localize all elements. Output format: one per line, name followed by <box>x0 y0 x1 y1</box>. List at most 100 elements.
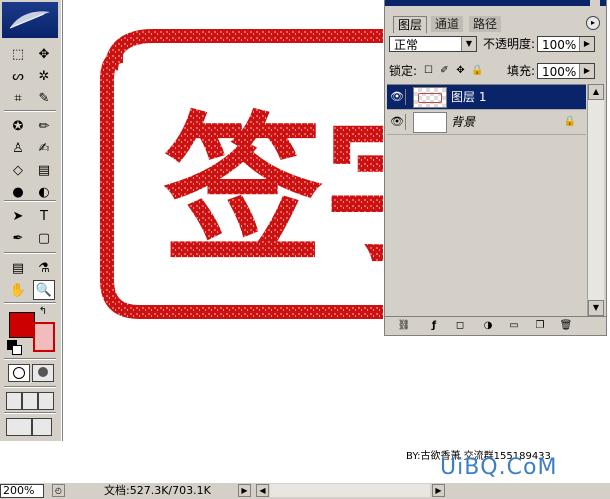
document-canvas[interactable]: 签字 <box>63 0 383 441</box>
tab-channels[interactable]: 通道 <box>431 16 464 32</box>
app-logo[interactable] <box>2 2 58 38</box>
panel-bottom-bar: ⛓ ƒ ◻ ◑ ▭ ❐ 🗑 <box>385 316 606 335</box>
feather-icon <box>9 11 50 29</box>
new-group-icon[interactable]: ▭ <box>507 320 521 332</box>
trash-icon[interactable]: 🗑 <box>559 320 573 332</box>
shape-tool[interactable]: ▢ <box>33 228 55 248</box>
eye-icon[interactable]: 👁 <box>389 114 406 130</box>
jump-to-imageready-button[interactable] <box>6 418 32 436</box>
tool-divider <box>4 358 56 360</box>
opacity-field[interactable]: 100% ▶ <box>537 36 595 52</box>
brush-tool[interactable]: ✏ <box>33 116 55 136</box>
document-info: 文档:527.3K/703.1K <box>104 484 211 497</box>
horizontal-scrollbar[interactable] <box>270 484 430 497</box>
lock-all-icon[interactable]: 🔒 <box>471 65 483 76</box>
lock-icon: 🔒 <box>563 116 576 127</box>
blend-mode-value: 正常 <box>394 38 419 52</box>
canvas-area-right <box>383 360 610 441</box>
imageready-icon[interactable] <box>32 418 52 436</box>
layer-name: 背景 <box>451 115 476 129</box>
notes-tool[interactable]: ▤ <box>7 258 29 278</box>
lock-transparency-icon[interactable]: ☐ <box>423 65 434 76</box>
chevron-right-icon: ▶ <box>579 37 594 51</box>
scroll-down-icon[interactable]: ▼ <box>588 300 604 316</box>
dodge-tool[interactable]: ◐ <box>33 182 55 202</box>
type-tool[interactable]: T <box>33 206 55 226</box>
panel-menu-icon[interactable]: ▸ <box>586 16 600 30</box>
gradient-tool[interactable]: ▤ <box>33 160 55 180</box>
pen-tool[interactable]: ✒ <box>7 228 29 248</box>
fill-label: 填充: <box>507 64 536 78</box>
crop-tool[interactable]: ⌗ <box>7 88 29 108</box>
status-info-icon[interactable]: ◴ <box>52 484 65 497</box>
layer-style-icon[interactable]: ƒ <box>427 320 441 332</box>
tool-divider <box>4 252 56 254</box>
swap-colors-icon[interactable]: ↰ <box>37 306 49 318</box>
blur-tool[interactable]: ● <box>7 182 29 202</box>
lock-label: 锁定: <box>389 64 418 78</box>
chevron-down-icon: ▼ <box>461 37 476 51</box>
layer-thumbnail <box>413 87 447 108</box>
scroll-up-icon[interactable]: ▲ <box>588 84 604 100</box>
magic-wand-tool[interactable]: ✲ <box>33 66 55 86</box>
toolbox: ⬚ ✥ ᔕ ✲ ⌗ ✎ ✪ ✏ ♙ ✍ ◇ ▤ ● ◐ ➤ T ✒ ▢ ▤ ⚗ ✋ 🔍 ↰ <box>0 0 63 441</box>
adjustment-layer-icon[interactable]: ◑ <box>481 320 495 332</box>
tool-divider <box>4 386 56 388</box>
zoom-field[interactable]: 200% <box>0 484 44 498</box>
fill-value: 100% <box>542 65 577 79</box>
chevron-right-icon: ▶ <box>579 64 594 78</box>
layer-row-background[interactable]: 👁 背景 🔒 <box>387 110 586 135</box>
new-layer-icon[interactable]: ❐ <box>533 320 547 332</box>
tab-layers[interactable]: 图层 <box>393 16 428 33</box>
slice-tool[interactable]: ✎ <box>33 88 55 108</box>
layer-row-layer1[interactable]: 👁 图层 1 <box>387 85 586 110</box>
tab-paths[interactable]: 路径 <box>469 16 502 32</box>
layer-list: 👁 图层 1 👁 背景 🔒 <box>387 84 586 317</box>
screen-mode-standard-button[interactable] <box>6 392 22 410</box>
layer-scrollbar[interactable]: ▲ ▼ <box>587 84 604 316</box>
default-colors-icon <box>12 345 22 355</box>
scroll-left-icon[interactable]: ◀ <box>256 484 269 497</box>
screen-mode-full-button[interactable] <box>38 392 54 410</box>
zoom-tool[interactable]: 🔍 <box>33 280 55 300</box>
lock-pixels-icon[interactable]: ✐ <box>439 65 450 76</box>
status-menu-icon[interactable]: ▶ <box>238 484 251 497</box>
eyedropper-tool[interactable]: ⚗ <box>33 258 55 278</box>
stamp-artwork: 签字 <box>100 29 383 319</box>
quickmask-mode-button[interactable] <box>32 364 54 382</box>
standard-mode-button[interactable] <box>8 364 30 382</box>
lock-position-icon[interactable]: ✥ <box>455 65 466 76</box>
history-brush-tool[interactable]: ✍ <box>33 138 55 158</box>
layers-panel: 图层 通道 路径 ▸ 正常 ▼ 不透明度: 100% ▶ 锁定: ☐ ✐ ✥ 🔒… <box>384 0 607 336</box>
move-tool[interactable]: ✥ <box>33 44 55 64</box>
blend-mode-select[interactable]: 正常 ▼ <box>389 36 477 52</box>
site-watermark: UiBQ.CoM <box>440 455 558 480</box>
tool-divider <box>4 110 56 112</box>
panel-titlebar[interactable] <box>385 0 606 6</box>
hand-tool[interactable]: ✋ <box>7 280 29 300</box>
layer-name: 图层 1 <box>451 90 487 104</box>
status-bar: 200% ◴ 文档:527.3K/703.1K ▶ ◀ ▶ <box>0 482 610 499</box>
scroll-right-icon[interactable]: ▶ <box>432 484 445 497</box>
link-layers-icon[interactable]: ⛓ <box>397 320 411 332</box>
opacity-value: 100% <box>542 38 577 52</box>
path-selection-tool[interactable]: ➤ <box>7 206 29 226</box>
opacity-label: 不透明度: <box>483 37 536 51</box>
stamp-tool[interactable]: ♙ <box>7 138 29 158</box>
healing-brush-tool[interactable]: ✪ <box>7 116 29 136</box>
lasso-tool[interactable]: ᔕ <box>7 66 29 86</box>
screen-mode-full-menu-button[interactable] <box>22 392 38 410</box>
stamp-text: 签字 <box>163 96 383 284</box>
fill-field[interactable]: 100% ▶ <box>537 63 595 79</box>
background-color-swatch[interactable] <box>33 322 55 352</box>
eraser-tool[interactable]: ◇ <box>7 160 29 180</box>
eye-icon[interactable]: 👁 <box>389 89 406 105</box>
tool-divider <box>4 200 56 202</box>
layer-thumbnail <box>413 112 447 133</box>
panel-tabs: 图层 通道 路径 <box>385 10 606 33</box>
marquee-tool[interactable]: ⬚ <box>7 44 29 64</box>
tool-divider <box>4 302 56 304</box>
foreground-color-swatch[interactable] <box>9 312 35 338</box>
close-icon[interactable] <box>590 0 600 6</box>
add-mask-icon[interactable]: ◻ <box>453 320 467 332</box>
